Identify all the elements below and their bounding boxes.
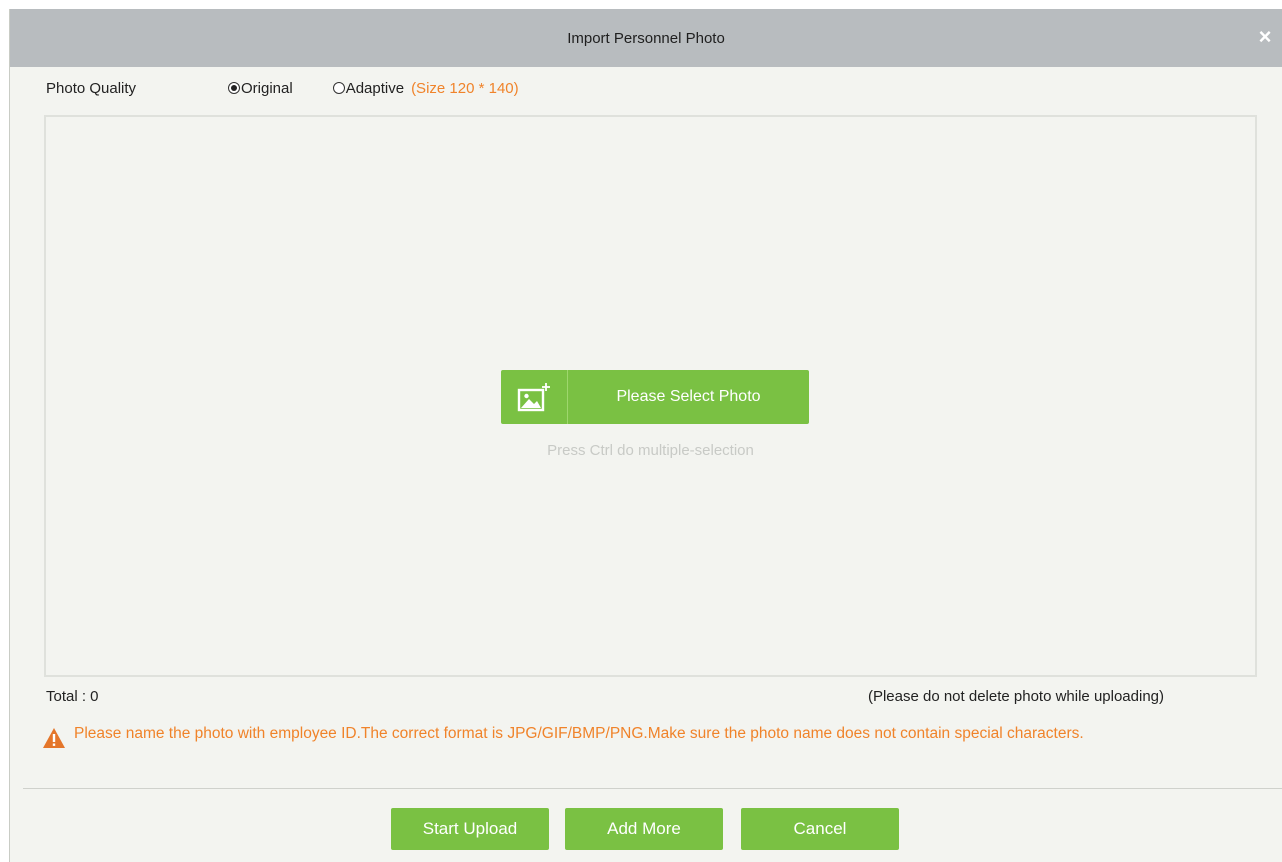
- warning-icon: [43, 728, 65, 748]
- select-photo-label: Please Select Photo: [616, 388, 761, 405]
- upload-note: (Please do not delete photo while upload…: [867, 688, 1164, 705]
- start-upload-button[interactable]: Start Upload: [391, 808, 549, 850]
- select-photo-icon-cell: [501, 370, 568, 424]
- naming-warning: Please name the photo with employee ID.T…: [42, 724, 1222, 749]
- total-count: Total : 0: [46, 688, 99, 705]
- photo-quality-row: Photo Quality Original Adaptive (Size 12…: [46, 76, 519, 100]
- dialog-title: Import Personnel Photo: [567, 29, 725, 47]
- photo-dropzone[interactable]: Please Select Photo Press Ctrl do multip…: [44, 115, 1257, 677]
- status-row: Total : 0 (Please do not delete photo wh…: [46, 688, 1164, 705]
- radio-original[interactable]: Original: [228, 80, 293, 97]
- cancel-button[interactable]: Cancel: [741, 808, 899, 850]
- dialog-titlebar: Import Personnel Photo ×: [10, 9, 1282, 67]
- dialog-footer: Start Upload Add More Cancel: [10, 808, 1282, 850]
- close-icon[interactable]: ×: [1255, 26, 1275, 48]
- radio-adaptive[interactable]: Adaptive (Size 120 * 140): [332, 79, 519, 97]
- warning-text: Please name the photo with employee ID.T…: [74, 725, 1084, 742]
- multi-select-hint: Press Ctrl do multiple-selection: [547, 442, 754, 459]
- add-image-icon: [517, 383, 550, 412]
- radio-original-circle[interactable]: [228, 82, 240, 94]
- radio-adaptive-label: Adaptive: [345, 79, 405, 97]
- adaptive-size-hint: (Size 120 * 140): [411, 79, 519, 97]
- select-photo-button[interactable]: Please Select Photo: [501, 370, 809, 424]
- footer-divider: [23, 788, 1282, 789]
- radio-original-label: Original: [241, 79, 293, 97]
- import-photo-dialog: Import Personnel Photo × Photo Quality O…: [9, 9, 1282, 862]
- radio-adaptive-circle[interactable]: [332, 82, 345, 94]
- photo-quality-label: Photo Quality: [46, 79, 137, 97]
- add-more-button[interactable]: Add More: [565, 808, 723, 850]
